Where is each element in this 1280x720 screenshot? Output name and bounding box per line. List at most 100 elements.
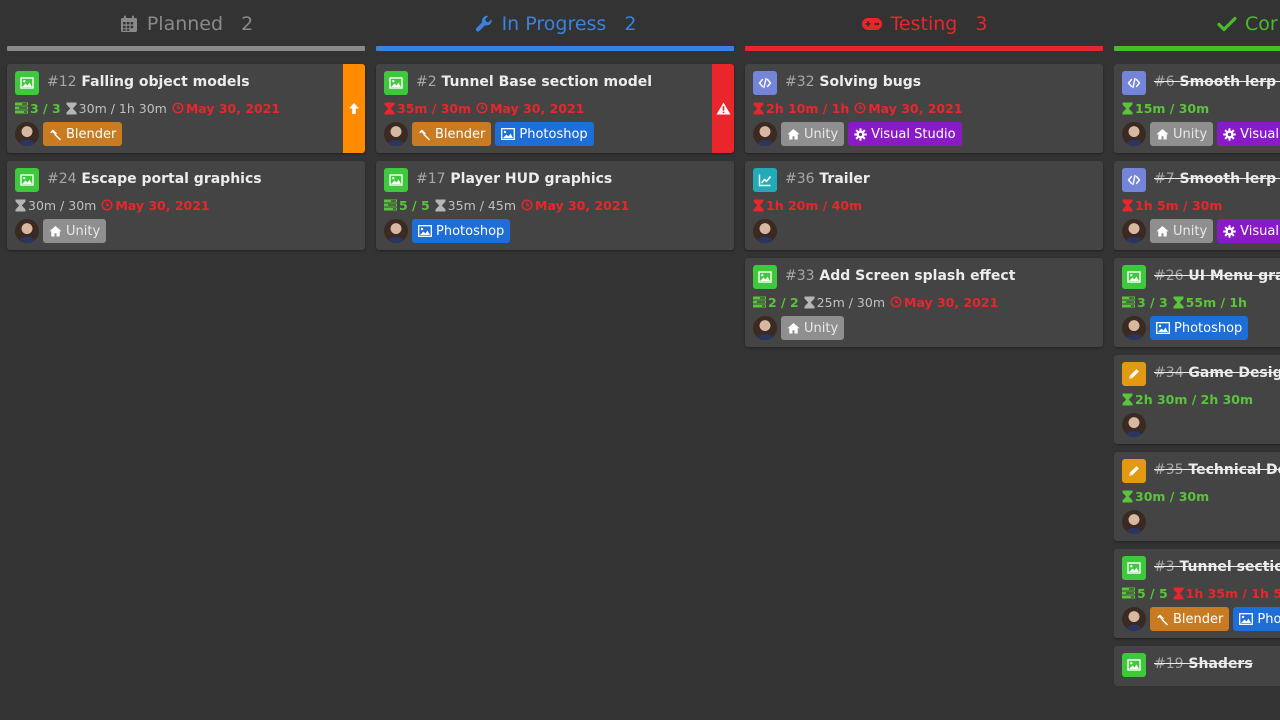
- home-icon: [1156, 225, 1169, 237]
- card-meta: 30m / 30m May 30, 2021: [15, 197, 357, 213]
- column-header[interactable]: Planned 2: [7, 0, 365, 46]
- hourglass-icon: [1122, 102, 1133, 115]
- task-card[interactable]: #3 Tunnel section model 5 / 5 1h 35m / 1h …: [1114, 549, 1280, 638]
- tag-visual-studio[interactable]: Visual Studio: [1217, 219, 1280, 243]
- tag-label: Unity: [1173, 223, 1208, 239]
- task-card[interactable]: #17 Player HUD graphics 5 / 5 35m / 45m May…: [376, 161, 734, 250]
- task-title[interactable]: #33 Add Screen splash effect: [785, 265, 1015, 285]
- tag-blender[interactable]: Blender: [43, 122, 123, 146]
- task-title[interactable]: #17 Player HUD graphics: [416, 168, 612, 188]
- card-title-row: #24 Escape portal graphics: [15, 168, 357, 192]
- assignee-avatar[interactable]: [1122, 413, 1146, 437]
- time-spent-estimate: 35m / 45m: [447, 197, 516, 213]
- priority-flag[interactable]: [343, 64, 365, 153]
- photo-icon: [501, 128, 516, 140]
- task-card[interactable]: #32 Solving bugs 2h 10m / 1h May 30, 2021 U…: [745, 64, 1103, 153]
- clock-icon: [854, 102, 866, 114]
- due-date-text: May 30, 2021: [868, 100, 963, 116]
- task-type-design-badge: [1122, 459, 1146, 483]
- assignee-avatar[interactable]: [1122, 316, 1146, 340]
- task-title[interactable]: #26 UI Menu graphics: [1154, 265, 1280, 285]
- time-tracking: 30m / 30m: [15, 198, 96, 213]
- card-meta: 1h 20m / 40m: [753, 197, 1095, 213]
- task-title[interactable]: #2 Tunnel Base section model: [416, 71, 652, 91]
- task-card[interactable]: #6 Smooth lerp move backward move 15m / 3…: [1114, 64, 1280, 153]
- card-footer: [1122, 413, 1280, 437]
- assignee-avatar[interactable]: [15, 122, 39, 146]
- hourglass-icon: [15, 199, 26, 212]
- task-title[interactable]: #34 Game Design document: [1154, 362, 1280, 382]
- assignee-avatar[interactable]: [1122, 607, 1146, 631]
- task-title[interactable]: #35 Technical Design document: [1154, 459, 1280, 479]
- tag-unity[interactable]: Unity: [43, 219, 107, 243]
- task-card[interactable]: #12 Falling object models 3 / 3 30m / 1h 3…: [7, 64, 365, 153]
- task-name: Escape portal graphics: [81, 171, 262, 187]
- tag-unity[interactable]: Unity: [1150, 219, 1214, 243]
- task-card[interactable]: #19 Shaders: [1114, 646, 1280, 686]
- assignee-avatar[interactable]: [1122, 219, 1146, 243]
- subtasks-count: 3 / 3: [30, 100, 61, 116]
- card-title-row: #33 Add Screen splash effect: [753, 265, 1095, 289]
- column-header[interactable]: In Progress 2: [376, 0, 734, 46]
- task-title[interactable]: #7 Smooth lerp into: [1154, 168, 1280, 188]
- tag-blender[interactable]: Blender: [1150, 607, 1230, 631]
- task-card[interactable]: #34 Game Design document 2h 30m / 2h 30m: [1114, 355, 1280, 444]
- time-spent-estimate: 1h 20m / 40m: [766, 197, 863, 213]
- task-name: Smooth lerp move backward move: [1179, 74, 1280, 90]
- task-title[interactable]: #3 Tunnel section model: [1154, 556, 1280, 576]
- hammer-icon: [418, 128, 431, 141]
- time-spent-estimate: 30m / 1h 30m: [78, 100, 167, 116]
- subtasks-progress: 5 / 5: [1122, 586, 1168, 601]
- image-icon: [389, 76, 403, 90]
- assignee-avatar[interactable]: [384, 219, 408, 243]
- overdue-flag[interactable]: [712, 64, 734, 153]
- assignee-avatar[interactable]: [753, 122, 777, 146]
- task-card[interactable]: #33 Add Screen splash effect 2 / 2 25m / 3…: [745, 258, 1103, 347]
- due-date-text: May 30, 2021: [185, 100, 281, 116]
- tag-visual-studio[interactable]: Visual Studio: [1217, 122, 1280, 146]
- task-title[interactable]: #6 Smooth lerp move backward move: [1154, 71, 1280, 91]
- task-card[interactable]: #36 Trailer 1h 20m / 40m: [745, 161, 1103, 250]
- due-date: May 30, 2021: [476, 101, 584, 116]
- tag-photoshop[interactable]: Photoshop: [1150, 316, 1249, 340]
- column-header[interactable]: Cor: [1114, 0, 1280, 46]
- task-card[interactable]: #2 Tunnel Base section model 35m / 30m May…: [376, 64, 734, 153]
- task-card[interactable]: #35 Technical Design document 30m / 30m: [1114, 452, 1280, 541]
- tag-visual-studio[interactable]: Visual Studio: [848, 122, 962, 146]
- assignee-avatar[interactable]: [753, 219, 777, 243]
- card-meta: 3 / 3 55m / 1h: [1122, 294, 1280, 310]
- clock-icon: [890, 296, 902, 308]
- card-title-row: #35 Technical Design document: [1122, 459, 1280, 483]
- task-card[interactable]: #24 Escape portal graphics 30m / 30m May 3…: [7, 161, 365, 250]
- column-header[interactable]: Testing 3: [745, 0, 1103, 46]
- task-title[interactable]: #32 Solving bugs: [785, 71, 921, 91]
- time-spent-estimate: 30m / 30m: [28, 197, 97, 213]
- assignee-avatar[interactable]: [1122, 510, 1146, 534]
- task-type-graphics-badge: [384, 168, 408, 192]
- task-title[interactable]: #12 Falling object models: [47, 71, 250, 91]
- card-meta: 35m / 30m May 30, 2021: [384, 100, 704, 116]
- tag-photoshop[interactable]: Photoshop: [412, 219, 511, 243]
- tag-unity[interactable]: Unity: [781, 316, 845, 340]
- assignee-avatar[interactable]: [1122, 122, 1146, 146]
- task-title[interactable]: #36 Trailer: [785, 168, 870, 188]
- tag-unity[interactable]: Unity: [1150, 122, 1214, 146]
- task-number: #34: [1154, 365, 1184, 381]
- task-name: Trailer: [819, 171, 870, 187]
- task-type-design-badge: [1122, 362, 1146, 386]
- tag-blender[interactable]: Blender: [412, 122, 492, 146]
- column-completed: Cor #6 Smooth lerp move backward move 15m …: [1114, 0, 1280, 686]
- hourglass-icon: [804, 296, 815, 309]
- column-count: 2: [241, 13, 254, 35]
- tag-photoshop[interactable]: Photoshop: [495, 122, 594, 146]
- task-title[interactable]: #19 Shaders: [1154, 653, 1280, 673]
- card-title-row: #26 UI Menu graphics: [1122, 265, 1280, 289]
- assignee-avatar[interactable]: [753, 316, 777, 340]
- task-card[interactable]: #7 Smooth lerp into 1h 5m / 30m Unity Visua…: [1114, 161, 1280, 250]
- task-card[interactable]: #26 UI Menu graphics 3 / 3 55m / 1h Photosh…: [1114, 258, 1280, 347]
- assignee-avatar[interactable]: [15, 219, 39, 243]
- assignee-avatar[interactable]: [384, 122, 408, 146]
- tag-photoshop[interactable]: Photoshop: [1233, 607, 1280, 631]
- task-title[interactable]: #24 Escape portal graphics: [47, 168, 262, 188]
- tag-unity[interactable]: Unity: [781, 122, 845, 146]
